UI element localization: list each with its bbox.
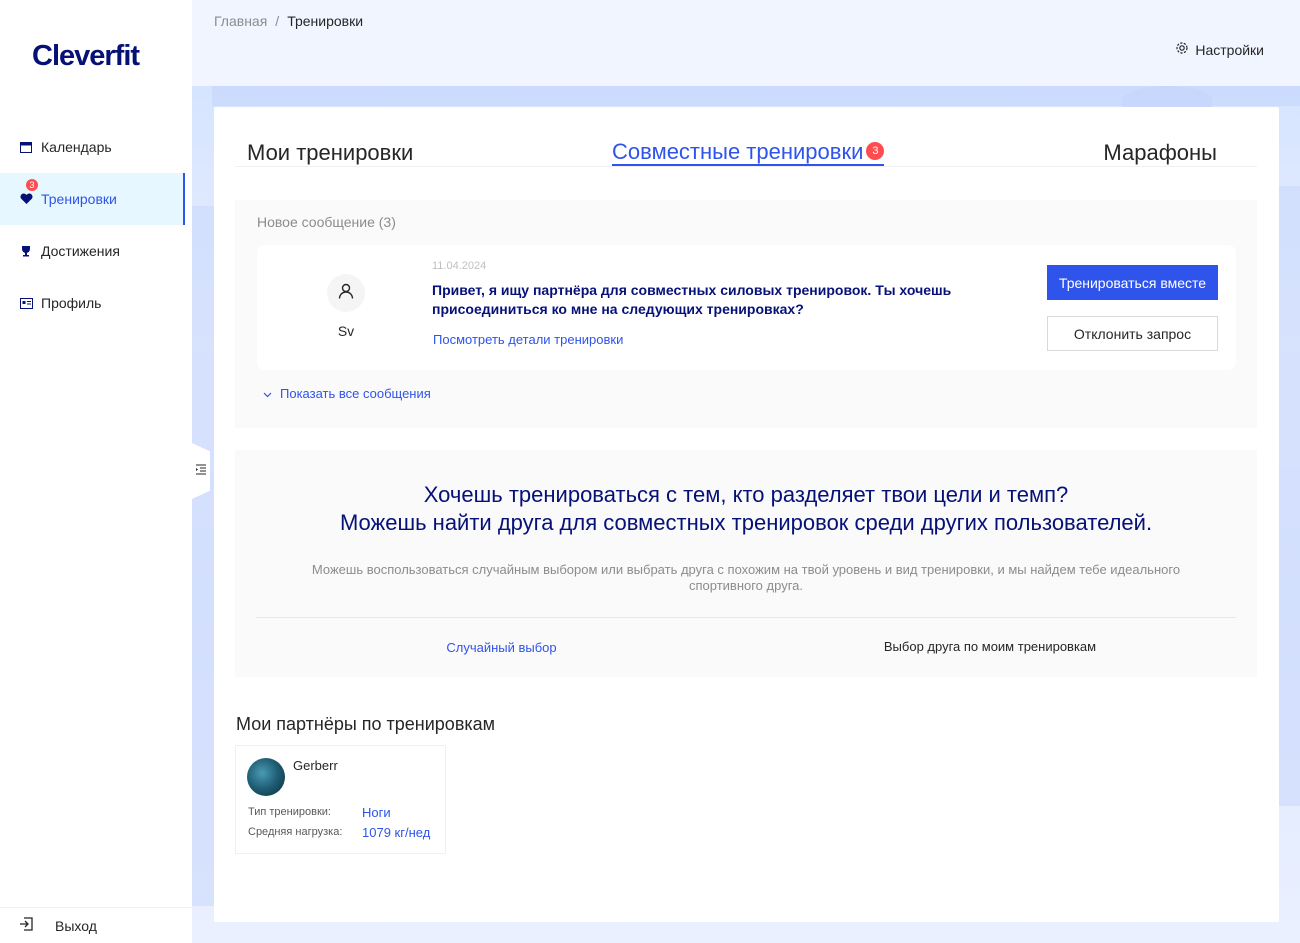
logout-icon xyxy=(19,917,35,934)
settings-label: Настройки xyxy=(1195,41,1264,58)
page-header: Главная / Тренировки Настройки xyxy=(192,0,1300,86)
find-partner-panel: Хочешь тренироваться с тем, кто разделяе… xyxy=(235,450,1257,677)
divider xyxy=(256,617,1236,618)
partner-card[interactable]: Gerberr Тип тренировки: Ноги Средняя наг… xyxy=(235,745,446,854)
chevron-down-icon xyxy=(263,386,272,401)
sidebar-item-label: Тренировки xyxy=(41,191,117,207)
menu-fold-icon xyxy=(195,462,207,480)
tab-my-trainings[interactable]: Мои тренировки xyxy=(247,140,413,166)
breadcrumb-separator: / xyxy=(275,13,280,29)
messages-title: Новое сообщение (3) xyxy=(257,214,396,230)
notification-badge: 3 xyxy=(26,179,38,191)
random-choice-button[interactable]: Случайный выбор xyxy=(385,640,618,655)
training-type-value: Ноги xyxy=(362,805,391,820)
tab-label: Совместные тренировки xyxy=(612,139,864,164)
logout-label: Выход xyxy=(55,917,97,934)
sidebar-item-profile[interactable]: Профиль xyxy=(0,277,192,329)
promo-title-line1: Хочешь тренироваться с тем, кто разделяе… xyxy=(423,482,1069,507)
sidebar-item-label: Профиль xyxy=(41,295,102,311)
logo[interactable]: Cleverfit xyxy=(32,40,140,73)
settings-button[interactable]: Настройки xyxy=(1175,41,1264,58)
message-date: 11.04.2024 xyxy=(432,260,487,272)
sidebar-item-achievements[interactable]: Достижения xyxy=(0,225,192,277)
choose-by-trainings-button[interactable]: Выбор друга по моим тренировкам xyxy=(865,639,1115,654)
avatar xyxy=(247,758,285,796)
sidebar-item-label: Календарь xyxy=(41,139,112,155)
training-type-label: Тип тренировки: xyxy=(248,806,331,818)
partner-name: Gerberr xyxy=(293,758,338,773)
show-all-messages-button[interactable]: Показать все сообщения xyxy=(263,386,431,401)
trophy-icon xyxy=(19,244,33,258)
message-text: Привет, я ищу партнёра для совместных си… xyxy=(432,282,952,317)
view-training-details-link[interactable]: Посмотреть детали тренировки xyxy=(433,332,623,347)
sidebar-toggle-button[interactable] xyxy=(192,443,210,499)
gear-icon xyxy=(1175,41,1189,58)
message-card: Sv 11.04.2024 Привет, я ищу партнёра для… xyxy=(257,245,1236,370)
promo-description: Можешь воспользоваться случайным выбором… xyxy=(311,562,1181,593)
idcard-icon xyxy=(19,296,33,310)
sidebar-item-trainings[interactable]: 3 Тренировки xyxy=(0,173,185,225)
calendar-icon xyxy=(19,140,33,154)
messages-panel: Новое сообщение (3) Sv 11.04.2024 Привет… xyxy=(235,200,1257,428)
tabs: Мои тренировки Совместные тренировки 3 Ма… xyxy=(235,132,1257,167)
breadcrumb-current: Тренировки xyxy=(287,13,364,29)
show-all-label: Показать все сообщения xyxy=(280,386,431,401)
logout-button[interactable]: Выход xyxy=(0,907,192,943)
main-content: Мои тренировки Совместные тренировки 3 Ма… xyxy=(214,107,1279,922)
sidebar: Cleverfit Календарь 3 Тренировки Достиже… xyxy=(0,0,192,943)
promo-title-line2: Можешь найти друга для совместных тренир… xyxy=(339,510,1153,535)
heart-icon xyxy=(19,192,33,206)
breadcrumb: Главная / Тренировки xyxy=(214,13,363,29)
tab-badge: 3 xyxy=(866,142,885,161)
decline-request-button[interactable]: Отклонить запрос xyxy=(1047,316,1218,351)
breadcrumb-home[interactable]: Главная xyxy=(214,13,267,29)
average-load-value: 1079 кг/нед xyxy=(362,825,431,840)
user-icon xyxy=(337,282,355,305)
train-together-button[interactable]: Тренироваться вместе xyxy=(1047,265,1218,300)
message-sender-name: Sv xyxy=(337,323,355,339)
tab-joint-trainings[interactable]: Совместные тренировки 3 xyxy=(612,139,885,166)
average-load-label: Средняя нагрузка: xyxy=(248,826,343,838)
tab-marathons[interactable]: Марафоны xyxy=(1103,140,1217,166)
sidebar-item-label: Достижения xyxy=(41,243,120,259)
partners-title: Мои партнёры по тренировкам xyxy=(236,714,496,734)
promo-title: Хочешь тренироваться с тем, кто разделяе… xyxy=(235,481,1257,537)
sidebar-nav: Календарь 3 Тренировки Достижения Профил… xyxy=(0,121,192,329)
sidebar-item-calendar[interactable]: Календарь xyxy=(0,121,192,173)
avatar xyxy=(327,274,365,312)
